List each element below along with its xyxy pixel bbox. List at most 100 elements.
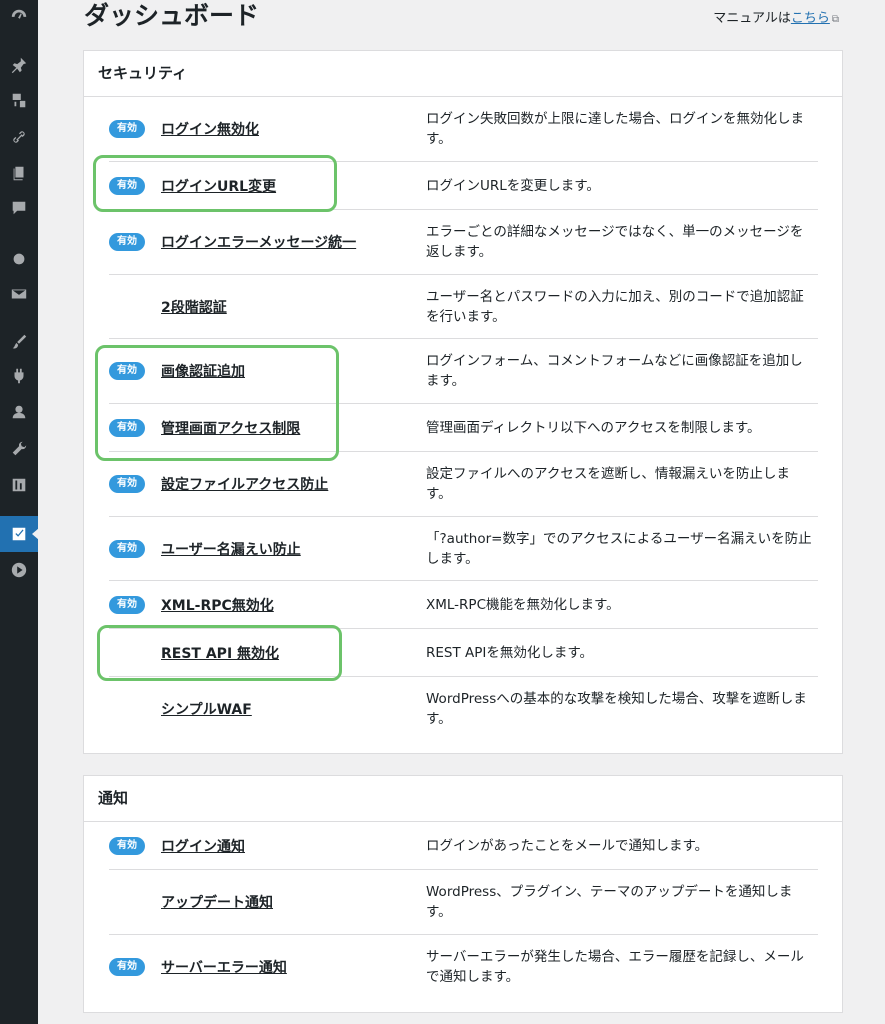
sidebar-item-settings-sliders[interactable] (0, 467, 38, 503)
sidebar-item-security-shield[interactable] (0, 516, 39, 552)
sidebar-item-mail[interactable] (0, 276, 38, 312)
notification-card: 通知 有効 ログイン通知 ログインがあったことをメールで通知します。 アップデート通知… (83, 775, 843, 1013)
feature-row: 有効 ログインエラーメッセージ統一 エラーごとの詳細なメッセージではなく、単一のメッ… (109, 210, 818, 275)
status-badge: 有効 (109, 418, 145, 437)
feature-name-cell: アップデート通知 (161, 892, 426, 912)
feature-description: WordPress、プラグイン、テーマのアップデートを通知します。 (426, 884, 793, 920)
badge-cell: 有効 (109, 539, 161, 558)
feature-name-cell: 設定ファイルアクセス防止 (161, 474, 426, 494)
feature-row: 有効 XML-RPC無効化 XML-RPC機能を無効化します。 (109, 581, 818, 629)
link-icon (13, 131, 25, 143)
feature-row: 有効 ログインURL変更 ログインURLを変更します。 (109, 162, 818, 210)
feature-row: REST API 無効化 REST APIを無効化します。 (109, 629, 818, 677)
sidebar-item-brush[interactable] (0, 324, 38, 360)
feature-row: 有効 ユーザー名漏えい防止 「?author=数字」でのアクセスによるユーザー名漏え… (109, 517, 818, 581)
feature-link[interactable]: シンプルWAF (161, 702, 252, 718)
badge-cell: 有効 (109, 120, 161, 138)
play-icon (11, 562, 27, 578)
status-badge: 有効 (109, 362, 145, 380)
sidebar-item-play[interactable] (0, 552, 38, 588)
feature-link[interactable]: ログインエラーメッセージ統一 (161, 235, 356, 251)
mail-icon (11, 289, 27, 299)
feature-description: REST APIを無効化します。 (426, 644, 594, 661)
feature-link[interactable]: 管理画面アクセス制限 (161, 421, 300, 437)
badge-cell: 有効 (109, 176, 161, 195)
feature-name-cell: ログイン通知 (161, 836, 426, 856)
feature-link[interactable]: 設定ファイルアクセス防止 (161, 477, 328, 493)
feature-description: ログインフォーム、コメントフォームなどに画像認証を追加します。 (426, 353, 803, 389)
badge-cell: 有効 (109, 362, 161, 380)
external-link-icon: ⧉ (831, 14, 839, 25)
sidebar-item-wrench[interactable] (0, 431, 38, 467)
pin-icon (11, 57, 27, 74)
media-icon (12, 93, 26, 108)
security-list: 有効 ログイン無効化 ログイン失敗回数が上限に達した場合、ログインを無効化します。有… (109, 97, 818, 740)
badge-cell: 有効 (109, 418, 161, 437)
user-icon (12, 405, 26, 419)
feature-row: シンプルWAF WordPressへの基本的な攻撃を検知した場合、攻撃を遮断します… (109, 677, 818, 740)
sidebar-item-comments[interactable] (0, 190, 38, 226)
feature-description: サーバーエラーが発生した場合、エラー履歴を記録し、メールで通知します。 (426, 949, 804, 985)
feature-link[interactable]: 2段階認証 (161, 300, 227, 316)
feature-row: 有効 ログイン通知 ログインがあったことをメールで通知します。 (109, 822, 818, 870)
feature-description: ログインがあったことをメールで通知します。 (426, 837, 709, 854)
feature-description: ユーザー名とパスワードの入力に加え、別のコードで追加認証を行います。 (426, 288, 804, 325)
sidebar-item-pin[interactable] (0, 47, 38, 83)
sidebar-item-circle[interactable] (0, 241, 38, 277)
settings-sliders-icon (12, 478, 26, 492)
manual-link-area: マニュアルはこちら ⧉ (713, 7, 839, 26)
dashboard-icon (11, 9, 27, 19)
feature-link[interactable]: アップデート通知 (161, 895, 273, 911)
manual-link[interactable]: こちら (791, 11, 830, 26)
feature-link[interactable]: ログイン通知 (161, 839, 245, 855)
feature-row: 有効 サーバーエラー通知 サーバーエラーが発生した場合、エラー履歴を記録し、メールで… (109, 935, 818, 999)
feature-row: 有効 画像認証追加 ログインフォーム、コメントフォームなどに画像認証を追加します。 (109, 339, 818, 404)
badge-cell: 有効 (109, 233, 161, 251)
security-card-title: セキュリティ (84, 51, 842, 97)
feature-name-cell: ユーザー名漏えい防止 (161, 539, 426, 559)
sidebar-item-link[interactable] (0, 119, 38, 155)
feature-description: エラーごとの詳細なメッセージではなく、単一のメッセージを返します。 (426, 224, 804, 260)
status-badge: 有効 (109, 120, 145, 138)
feature-link[interactable]: REST API 無効化 (161, 646, 279, 662)
status-badge: 有効 (109, 475, 145, 493)
sidebar-item-plugin[interactable] (0, 358, 38, 394)
notification-list: 有効 ログイン通知 ログインがあったことをメールで通知します。 アップデート通知 Wor… (109, 822, 818, 999)
status-badge: 有効 (109, 539, 145, 558)
security-card: セキュリティ 有効 ログイン無効化 ログイン失敗回数が上限に達した場合、ログインを無… (83, 50, 843, 754)
feature-name-cell: 管理画面アクセス制限 (161, 418, 426, 438)
feature-link[interactable]: 画像認証追加 (161, 364, 245, 380)
sidebar-item-user[interactable] (0, 394, 38, 430)
feature-name-cell: REST API 無効化 (161, 643, 426, 663)
feature-description: ログイン失敗回数が上限に達した場合、ログインを無効化します。 (426, 111, 804, 147)
feature-row: 有効 ログイン無効化 ログイン失敗回数が上限に達した場合、ログインを無効化します。 (109, 97, 818, 162)
status-badge: 有効 (109, 233, 145, 251)
sidebar-item-pages[interactable] (0, 155, 38, 191)
feature-link[interactable]: ログインURL変更 (161, 179, 276, 195)
feature-row: 有効 管理画面アクセス制限 管理画面ディレクトリ以下へのアクセスを制限します。 (109, 404, 818, 452)
feature-row: アップデート通知 WordPress、プラグイン、テーマのアップデートを通知します… (109, 870, 818, 935)
security-shield-icon (12, 527, 26, 541)
feature-link[interactable]: XML-RPC無効化 (161, 598, 274, 614)
sidebar-item-media[interactable] (0, 82, 38, 118)
badge-cell: 有効 (109, 836, 161, 855)
brush-icon (12, 334, 27, 349)
feature-link[interactable]: ログイン無効化 (161, 122, 259, 138)
pages-icon (13, 166, 24, 181)
sidebar-item-dashboard[interactable] (0, 0, 38, 34)
feature-link[interactable]: ユーザー名漏えい防止 (161, 542, 301, 558)
status-badge: 有効 (109, 958, 145, 976)
feature-name-cell: ログインエラーメッセージ統一 (161, 232, 426, 252)
circle-icon (13, 253, 25, 265)
feature-description: 設定ファイルへのアクセスを遮断し、情報漏えいを防止します。 (426, 466, 790, 502)
feature-name-cell: サーバーエラー通知 (161, 957, 426, 977)
badge-cell: 有効 (109, 595, 161, 614)
feature-link[interactable]: サーバーエラー通知 (161, 960, 287, 976)
manual-prefix: マニュアルは (713, 11, 791, 26)
feature-name-cell: XML-RPC無効化 (161, 595, 426, 615)
feature-description: 「?author=数字」でのアクセスによるユーザー名漏えいを防止します。 (426, 530, 812, 567)
feature-description: ログインURLを変更します。 (426, 177, 600, 194)
feature-name-cell: 2段階認証 (161, 297, 426, 317)
status-badge: 有効 (109, 176, 145, 195)
feature-description: WordPressへの基本的な攻撃を検知した場合、攻撃を遮断します。 (426, 690, 807, 727)
